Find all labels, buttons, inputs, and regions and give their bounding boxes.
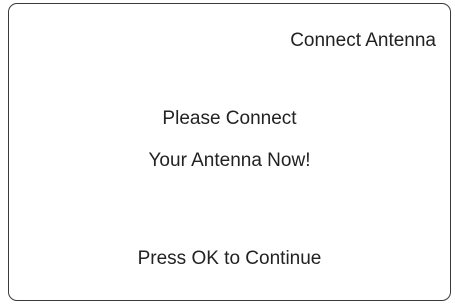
message-line-2: Your Antenna Now! [148,150,311,171]
device-screen: Connect Antenna Please Connect Your Ante… [8,3,451,301]
continue-prompt: Press OK to Continue [137,248,322,269]
screen-title: Connect Antenna [290,30,436,51]
message-line-1: Please Connect [162,108,297,129]
